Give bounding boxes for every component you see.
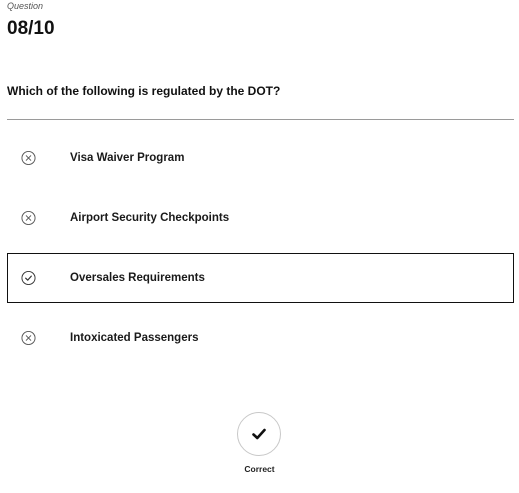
result-indicator xyxy=(237,412,281,456)
question-text: Which of the following is regulated by t… xyxy=(7,84,281,98)
answer-option-visa-waiver[interactable]: Visa Waiver Program xyxy=(7,133,514,183)
question-counter: 08/10 xyxy=(7,18,55,39)
answer-option-label: Visa Waiver Program xyxy=(70,152,185,164)
answer-option-label: Airport Security Checkpoints xyxy=(70,212,230,224)
x-circle-icon xyxy=(21,210,36,226)
answer-option-label: Intoxicated Passengers xyxy=(70,332,199,344)
check-circle-icon xyxy=(21,270,36,286)
result-label: Correct xyxy=(244,464,275,474)
question-label: Question xyxy=(7,1,44,11)
answer-option-label: Oversales Requirements xyxy=(70,272,205,284)
answer-option-intoxicated[interactable]: Intoxicated Passengers xyxy=(7,313,514,363)
divider xyxy=(7,119,514,120)
x-circle-icon xyxy=(21,150,36,166)
answer-option-airport-security[interactable]: Airport Security Checkpoints xyxy=(7,193,514,243)
x-circle-icon xyxy=(21,330,36,346)
checkmark-icon xyxy=(252,428,266,440)
answer-option-oversales[interactable]: Oversales Requirements xyxy=(7,253,514,303)
